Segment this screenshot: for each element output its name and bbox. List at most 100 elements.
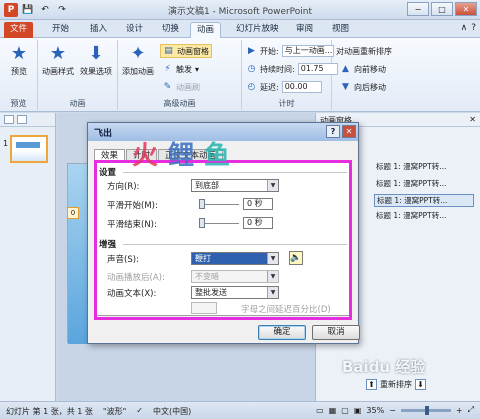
animation-painter-button[interactable]: ✎ 动画刷	[162, 80, 200, 94]
move-later-label: 向后移动	[354, 82, 386, 92]
duration-row: ◷ 持续时间: 01.75	[246, 62, 338, 76]
arrow-up-icon: ▲	[342, 64, 349, 74]
preview-label: 预览	[11, 67, 27, 76]
cancel-button[interactable]: 取消	[312, 325, 360, 340]
close-pane-icon[interactable]: ✕	[469, 115, 476, 124]
animation-painter-label: 动画刷	[176, 82, 200, 92]
dialog-close-button[interactable]: ✕	[342, 125, 356, 138]
tab-home[interactable]: 开始	[46, 22, 75, 38]
slides-view-icon[interactable]	[4, 115, 14, 124]
animation-pane-button[interactable]: ▤ 动画窗格	[160, 44, 212, 58]
star-styles-icon: ★	[49, 42, 67, 64]
spellcheck-icon[interactable]: ✓	[136, 406, 143, 417]
group-reorder: 对动画重新排序 ▲ 向前移动 ▼ 向后移动	[332, 40, 480, 110]
arrow-down-icon: ▼	[342, 82, 349, 92]
animation-styles-label: 动画样式	[42, 67, 74, 76]
slideshow-icon[interactable]: ▣	[354, 406, 362, 415]
group-label-advanced: 高级动画	[163, 99, 196, 108]
zoom-level[interactable]: 35%	[366, 406, 384, 415]
group-advanced-animation: ✦ 添加动画 ▤ 动画窗格 ⚡ 触发 ▾ ✎ 动画刷 高级动画	[118, 40, 242, 110]
add-animation-label: 添加动画	[122, 67, 154, 76]
zoom-slider[interactable]	[400, 405, 451, 415]
delay-spinner[interactable]: 00.00	[281, 81, 322, 93]
thumbnail-title-bar	[16, 142, 40, 148]
star-preview-icon: ★	[10, 42, 28, 64]
zoom-in-icon[interactable]: +	[456, 406, 463, 415]
annotation-highlight-box	[94, 160, 352, 320]
outline-view-icon[interactable]	[17, 115, 27, 124]
add-animation-button[interactable]: ✦ 添加动画	[120, 42, 156, 77]
zoom-thumb[interactable]	[424, 405, 429, 415]
anim-list-item[interactable]: 标题 1: 漫窝PPT转...	[374, 178, 474, 191]
tab-file[interactable]: 文件	[4, 22, 34, 38]
start-dropdown[interactable]: 与上一动画...	[281, 45, 334, 57]
fit-window-icon[interactable]: ⤢	[468, 405, 474, 415]
move-earlier-button[interactable]: ▲ 向前移动	[340, 62, 386, 76]
group-label-preview: 预览	[10, 99, 27, 108]
delay-row: ◴ 延迟: 00.00	[246, 80, 322, 94]
group-timing: ▶ 开始: 与上一动画... ◷ 持续时间: 01.75 ◴ 延迟: 00.00…	[242, 40, 338, 110]
animation-pane-label: 动画窗格	[177, 46, 209, 56]
move-earlier-label: 向前移动	[354, 64, 386, 74]
play-icon: ▶	[248, 46, 255, 56]
duration-label: 持续时间:	[260, 64, 295, 74]
animation-order-marker[interactable]: 0	[67, 207, 79, 219]
effect-options-label: 效果选项	[80, 67, 112, 76]
reorder-title: 对动画重新排序	[336, 46, 392, 56]
lightning-icon: ⚡	[164, 64, 171, 74]
effect-options-button[interactable]: ⬇ 效果选项	[78, 42, 114, 77]
clock-icon: ◷	[247, 64, 256, 74]
tab-design[interactable]: 设计	[120, 22, 149, 38]
dialog-title: 飞出	[94, 128, 113, 139]
reorder-down-icon[interactable]: ⬇	[415, 379, 426, 390]
tab-insert[interactable]: 插入	[84, 22, 113, 38]
group-label-timing: 计时	[278, 99, 295, 108]
move-later-button[interactable]: ▼ 向后移动	[340, 80, 386, 94]
anim-list-item[interactable]: 标题 1: 漫窝PPT转...	[374, 161, 474, 174]
ribbon: ★ 预览 预览 ★ 动画样式 ⬇ 效果选项 动画 ✦ 添加动画 ▤ 动画窗格 ⚡…	[0, 38, 480, 112]
reading-view-icon[interactable]: ▢	[341, 406, 349, 415]
slide-sorter-icon[interactable]: ▦	[329, 406, 337, 415]
group-preview: ★ 预览 预览	[0, 40, 38, 110]
tab-review[interactable]: 审阅	[290, 22, 319, 38]
anim-list-item-selected[interactable]: 标题 1: 漫窝PPT转...	[374, 194, 474, 207]
maximize-button[interactable]: □	[431, 2, 453, 16]
reorder-up-icon[interactable]: ⬆	[366, 379, 377, 390]
close-window-button[interactable]: ✕	[455, 2, 477, 16]
animation-styles-button[interactable]: ★ 动画样式	[40, 42, 76, 77]
theme-name: "波形"	[102, 407, 127, 416]
reorder-label: 重新排序	[380, 380, 412, 389]
preview-button[interactable]: ★ 预览	[1, 42, 37, 77]
window-controls: − □ ✕	[407, 2, 477, 16]
zoom-out-icon[interactable]: −	[389, 406, 396, 415]
brush-icon: ✎	[163, 82, 172, 92]
ok-button[interactable]: 确定	[258, 325, 306, 340]
tab-slideshow[interactable]: 幻灯片放映	[230, 22, 285, 38]
help-icon[interactable]: ?	[471, 23, 476, 33]
start-label: 开始:	[260, 46, 279, 56]
trigger-button[interactable]: ⚡ 触发 ▾	[162, 62, 199, 76]
delay-label: 延迟:	[260, 82, 279, 92]
animation-pane-icon: ▤	[164, 46, 173, 56]
language[interactable]: 中文(中国)	[153, 406, 191, 417]
hourglass-icon: ◴	[247, 82, 256, 92]
dialog-help-button[interactable]: ?	[326, 125, 340, 138]
slide-info: 幻灯片 第 1 张，共 1 张	[6, 407, 93, 416]
anim-list-item[interactable]: 标题 1: 漫窝PPT转...	[374, 210, 474, 223]
reorder-controls: ⬆ 重新排序 ⬇	[366, 379, 426, 390]
tab-transitions[interactable]: 切换	[156, 22, 185, 38]
title-bar: P 💾 ↶ ↷ 演示文稿1 - Microsoft PowerPoint − □…	[0, 0, 480, 20]
slide-thumbnail[interactable]	[10, 135, 48, 163]
arrow-down-effect-icon: ⬇	[88, 42, 104, 64]
chevron-down-icon: ▾	[195, 64, 200, 74]
normal-view-icon[interactable]: ▭	[316, 406, 324, 415]
collapse-ribbon-icon[interactable]: ∧	[461, 23, 468, 33]
minimize-button[interactable]: −	[407, 2, 429, 16]
watermark-logo: 火鲤鱼	[132, 141, 241, 171]
trigger-label: 触发	[176, 64, 192, 74]
slides-pane: 1	[0, 113, 56, 401]
baidu-watermark: Baidu 经验	[342, 358, 426, 376]
tab-view[interactable]: 视图	[326, 22, 355, 38]
ribbon-tabs: 文件 开始 插入 设计 切换 动画 幻灯片放映 审阅 视图 ∧ ?	[0, 20, 480, 38]
tab-animations[interactable]: 动画	[190, 22, 222, 38]
